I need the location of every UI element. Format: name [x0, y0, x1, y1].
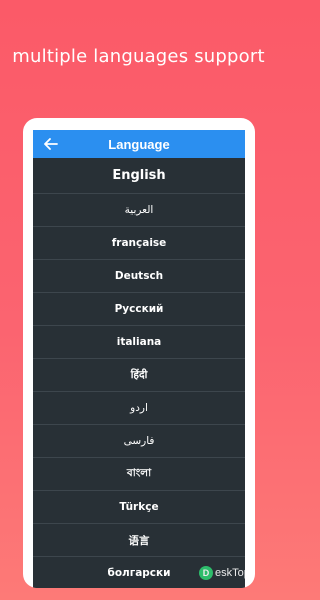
language-item-german[interactable]: Deutsch	[33, 260, 245, 293]
app-bar-title: Language	[108, 136, 170, 152]
language-item-urdu[interactable]: اردو	[33, 392, 245, 425]
watermark-logo-icon: D	[199, 566, 213, 580]
language-list: English العربية française Deutsch Русски…	[33, 158, 245, 588]
language-item-persian[interactable]: فارسی	[33, 425, 245, 458]
app-screen: Language English العربية française Deuts…	[33, 130, 245, 588]
language-item-english[interactable]: English	[33, 158, 245, 194]
language-item-hindi[interactable]: हिंदी	[33, 359, 245, 392]
language-item-italian[interactable]: italiana	[33, 326, 245, 359]
language-item-french[interactable]: française	[33, 227, 245, 260]
language-item-bengali[interactable]: বাংলা	[33, 458, 245, 491]
arrow-left-icon	[44, 138, 58, 150]
watermark: D eskTop	[199, 566, 250, 580]
phone-frame: Language English العربية française Deuts…	[23, 118, 255, 588]
language-item-russian[interactable]: Русский	[33, 293, 245, 326]
back-button[interactable]	[41, 134, 61, 154]
language-item-chinese[interactable]: 语言	[33, 524, 245, 557]
app-bar: Language	[33, 130, 245, 158]
language-item-turkish[interactable]: Türkçe	[33, 491, 245, 524]
headline: multiple languages support	[12, 46, 265, 67]
watermark-text: eskTop	[215, 567, 250, 579]
language-item-arabic[interactable]: العربية	[33, 194, 245, 227]
